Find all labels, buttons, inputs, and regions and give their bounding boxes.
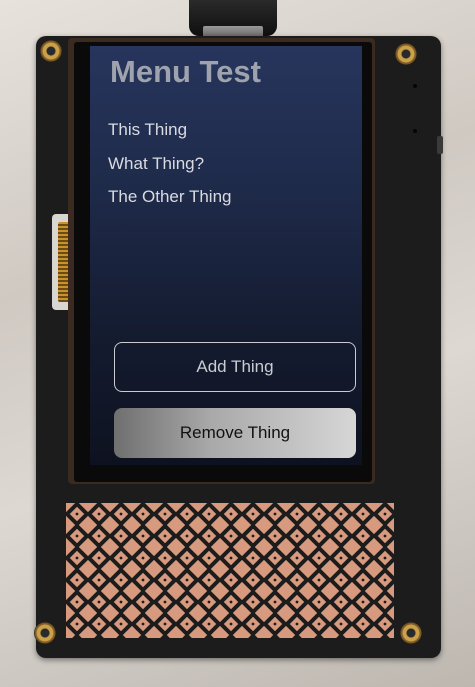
mount-hole-icon — [395, 43, 417, 65]
mount-hole-icon — [34, 622, 56, 644]
remove-thing-button[interactable]: Remove Thing — [114, 408, 356, 458]
copper-touch-pad — [66, 503, 394, 638]
mount-hole-icon — [400, 622, 422, 644]
led-indicator-icon — [413, 84, 417, 88]
side-button[interactable] — [437, 136, 443, 154]
page-title: Menu Test — [110, 54, 261, 89]
menu-item-other-thing[interactable]: The Other Thing — [108, 186, 231, 220]
mount-hole-icon — [40, 40, 62, 62]
menu-item-this-thing[interactable]: This Thing — [108, 119, 231, 153]
menu-list: This Thing What Thing? The Other Thing — [108, 119, 231, 220]
menu-item-what-thing[interactable]: What Thing? — [108, 153, 231, 187]
add-thing-button[interactable]: Add Thing — [114, 342, 356, 392]
led-indicator-icon — [413, 129, 417, 133]
photo-background: Menu Test This Thing What Thing? The Oth… — [0, 0, 475, 687]
display-screen: Menu Test This Thing What Thing? The Oth… — [90, 46, 362, 465]
